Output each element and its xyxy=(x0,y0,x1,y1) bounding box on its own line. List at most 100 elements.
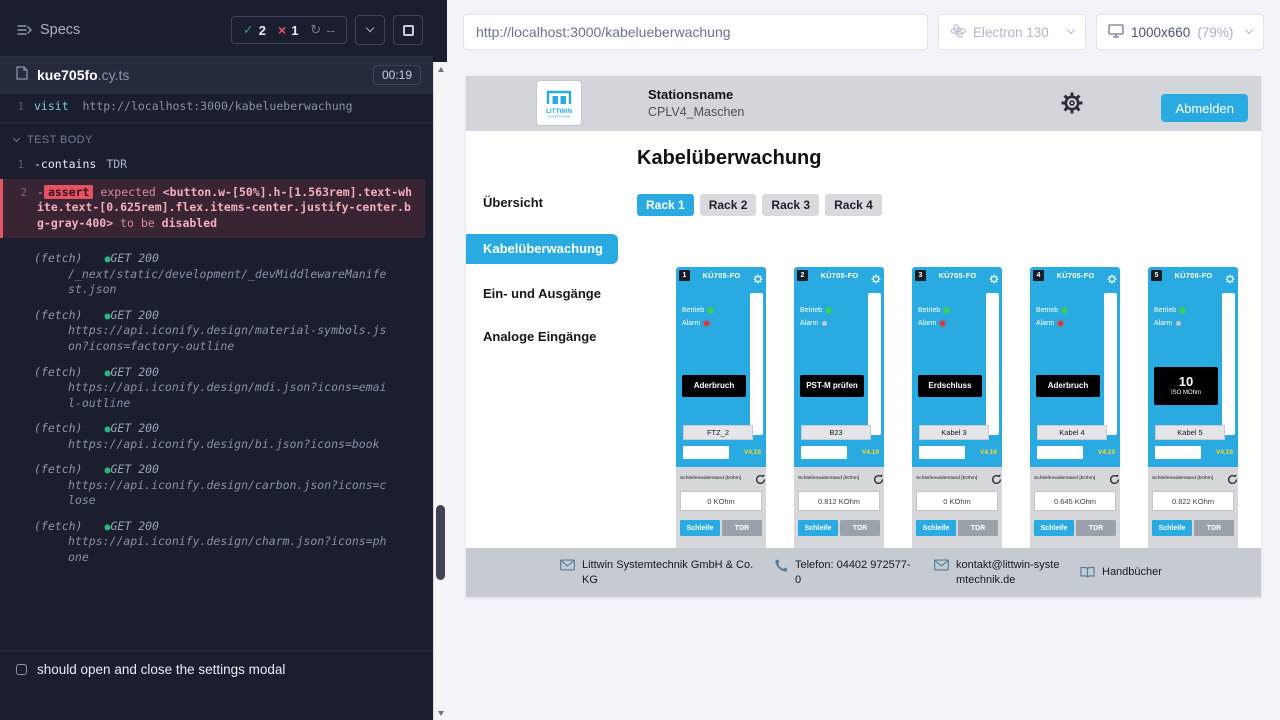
command-contains[interactable]: 1 -containsTDR xyxy=(0,154,433,176)
spec-file-icon xyxy=(16,66,28,85)
app-footer: Littwin Systemtechnik GmbH & Co. KG Tele… xyxy=(466,548,1261,597)
footer-phone[interactable]: Telefon: 04402 972577-0 xyxy=(774,558,916,588)
refresh-icon[interactable] xyxy=(755,472,766,483)
alarm-label: Alarm xyxy=(1154,320,1172,327)
tdr-button[interactable]: TDR xyxy=(840,520,880,536)
refresh-icon[interactable] xyxy=(991,472,1002,483)
refresh-icon[interactable] xyxy=(1227,472,1238,483)
alarm-label: Alarm xyxy=(682,320,700,327)
refresh-icon[interactable] xyxy=(1109,472,1120,483)
viewport-select[interactable]: 1000x660 (79%) xyxy=(1096,14,1264,50)
network-log-entry[interactable]: (fetch)●GET 200 https://api.iconify.desi… xyxy=(0,514,433,571)
resistance-value: 0.822 KOhm xyxy=(1152,491,1234,511)
browser-select[interactable]: Electron 130 xyxy=(938,14,1086,50)
refresh-icon: ↻ xyxy=(310,22,321,38)
cable-name-field[interactable]: B23 xyxy=(801,425,871,440)
stop-icon xyxy=(403,25,414,36)
refresh-icon[interactable] xyxy=(873,472,884,483)
url-input[interactable]: http://localhost:3000/kabelueberwachung xyxy=(463,14,928,50)
betrieb-label: Betrieb xyxy=(1036,307,1058,314)
sidebar-item-kabelueberwachung[interactable]: Kabelüberwachung xyxy=(466,234,618,264)
alarm-led xyxy=(1176,321,1181,326)
run-stats[interactable]: ✓2 ×1 ↻-- xyxy=(231,16,347,44)
tdr-button[interactable]: TDR xyxy=(722,520,762,536)
schleife-button[interactable]: Schleife xyxy=(1152,520,1192,536)
sidebar-item-uebersicht[interactable]: Übersicht xyxy=(466,189,618,217)
tab-rack-2[interactable]: Rack 2 xyxy=(700,194,757,216)
card-model: KÜ705-FO xyxy=(811,271,868,280)
logout-button[interactable]: Abmelden xyxy=(1161,94,1248,122)
cross-icon: × xyxy=(278,22,286,38)
network-log-entry[interactable]: (fetch)●GET 200 https://api.iconify.desi… xyxy=(0,360,433,417)
gear-icon[interactable] xyxy=(871,271,881,281)
device-card: 4 KÜ705-FO Betrieb Alarm Aderbruch Kabel… xyxy=(1030,267,1120,548)
footer-manuals-link[interactable]: Handbücher xyxy=(1080,565,1162,580)
network-log-entry[interactable]: (fetch)●GET 200 https://api.iconify.desi… xyxy=(0,457,433,514)
svg-text:SYSTEMTECHNIK: SYSTEMTECHNIK xyxy=(548,115,571,119)
settings-gear-icon[interactable] xyxy=(1060,91,1084,115)
test-body-section-header[interactable]: TEST BODY xyxy=(0,125,433,155)
device-card: 2 KÜ705-FO Betrieb Alarm PST-M prüfen B2… xyxy=(794,267,884,548)
reporter-header: Specs ✓2 ×1 ↻-- xyxy=(0,0,433,56)
tdr-button[interactable]: TDR xyxy=(958,520,998,536)
reporter-scrollbar[interactable] xyxy=(433,62,447,720)
specs-menu-button[interactable]: Specs xyxy=(16,22,80,38)
command-log: 1 visit http://localhost:3000/kabelueber… xyxy=(0,94,433,570)
network-log-entry[interactable]: (fetch)●GET 200 https://api.iconify.desi… xyxy=(0,416,433,457)
tdr-button[interactable]: TDR xyxy=(1194,520,1234,536)
cable-name-field[interactable]: Kabel 4 xyxy=(1037,425,1107,440)
spec-file-row[interactable]: kue705fo.cy.ts 00:19 xyxy=(0,56,433,94)
tab-rack-1[interactable]: Rack 1 xyxy=(637,194,694,216)
gear-icon[interactable] xyxy=(1225,271,1235,281)
gear-icon[interactable] xyxy=(989,271,999,281)
tdr-button[interactable]: TDR xyxy=(1076,520,1116,536)
checkmark-icon: ✓ xyxy=(243,22,254,38)
network-log-entry[interactable]: (fetch)●GET 200 https://api.iconify.desi… xyxy=(0,303,433,360)
gear-icon[interactable] xyxy=(1107,271,1117,281)
gear-icon[interactable] xyxy=(753,271,763,281)
sidebar-item-ein-und-ausgaenge[interactable]: Ein- und Ausgänge xyxy=(466,280,618,308)
resistance-value: 0.645 KOhm xyxy=(1034,491,1116,511)
device-card: 5 KÜ706-FO Betrieb Alarm 10 ISO MOhm xyxy=(1148,267,1238,548)
sidebar-item-analoge-eingaenge[interactable]: Analoge Eingänge xyxy=(466,323,618,351)
betrieb-led xyxy=(1062,308,1067,313)
measurement-label: Schleifenwiderstand [kOhm] xyxy=(916,475,977,480)
footer-email[interactable]: kontakt@littwin-systemtechnik.de xyxy=(934,558,1062,588)
chevron-down-icon xyxy=(1245,26,1253,34)
specs-list-icon xyxy=(16,22,32,38)
firmware-version: V4.19 xyxy=(744,449,761,456)
stat-failed: ×1 xyxy=(278,22,298,38)
schleife-button[interactable]: Schleife xyxy=(1034,520,1074,536)
command-assert-failed[interactable]: 2 -assert expected <button.w-[50%].h-[1.… xyxy=(0,179,425,239)
stat-pending: ↻-- xyxy=(310,22,335,38)
scroll-down-icon[interactable] xyxy=(434,706,447,720)
viewport-icon xyxy=(1108,24,1124,41)
scroll-up-icon[interactable] xyxy=(434,62,447,76)
email-icon xyxy=(934,559,949,571)
rack-tabs: Rack 1 Rack 2 Rack 3 Rack 4 xyxy=(637,194,882,216)
station-label: Stationsname xyxy=(648,87,744,102)
command-visit[interactable]: 1 visit http://localhost:3000/kabelueber… xyxy=(0,96,433,123)
schleife-button[interactable]: Schleife xyxy=(680,520,720,536)
tab-rack-4[interactable]: Rack 4 xyxy=(825,194,882,216)
network-log-entry[interactable]: (fetch)●GET 200 /_next/static/developmen… xyxy=(0,246,433,303)
scrollbar-thumb[interactable] xyxy=(436,505,445,580)
collapse-reporter-button[interactable] xyxy=(355,15,385,45)
cable-name-field[interactable]: Kabel 5 xyxy=(1155,425,1225,440)
app-body: Übersicht Kabelüberwachung Ein- und Ausg… xyxy=(466,131,1261,548)
card-number: 3 xyxy=(915,270,926,281)
schleife-button[interactable]: Schleife xyxy=(798,520,838,536)
app-sidebar: Übersicht Kabelüberwachung Ein- und Ausg… xyxy=(466,131,621,548)
betrieb-label: Betrieb xyxy=(1154,307,1176,314)
alarm-label: Alarm xyxy=(1036,320,1054,327)
stop-run-button[interactable] xyxy=(393,15,423,45)
status-message: Erdschluss xyxy=(918,375,982,397)
betrieb-led xyxy=(944,308,949,313)
svg-text:LITTWIN: LITTWIN xyxy=(546,108,572,115)
tab-rack-3[interactable]: Rack 3 xyxy=(762,194,819,216)
cable-name-field[interactable]: Kabel 3 xyxy=(919,425,989,440)
cable-name-field[interactable]: FTZ_2 xyxy=(683,425,753,440)
betrieb-led xyxy=(1180,308,1185,313)
next-test-row[interactable]: should open and close the settings modal xyxy=(0,650,433,688)
schleife-button[interactable]: Schleife xyxy=(916,520,956,536)
